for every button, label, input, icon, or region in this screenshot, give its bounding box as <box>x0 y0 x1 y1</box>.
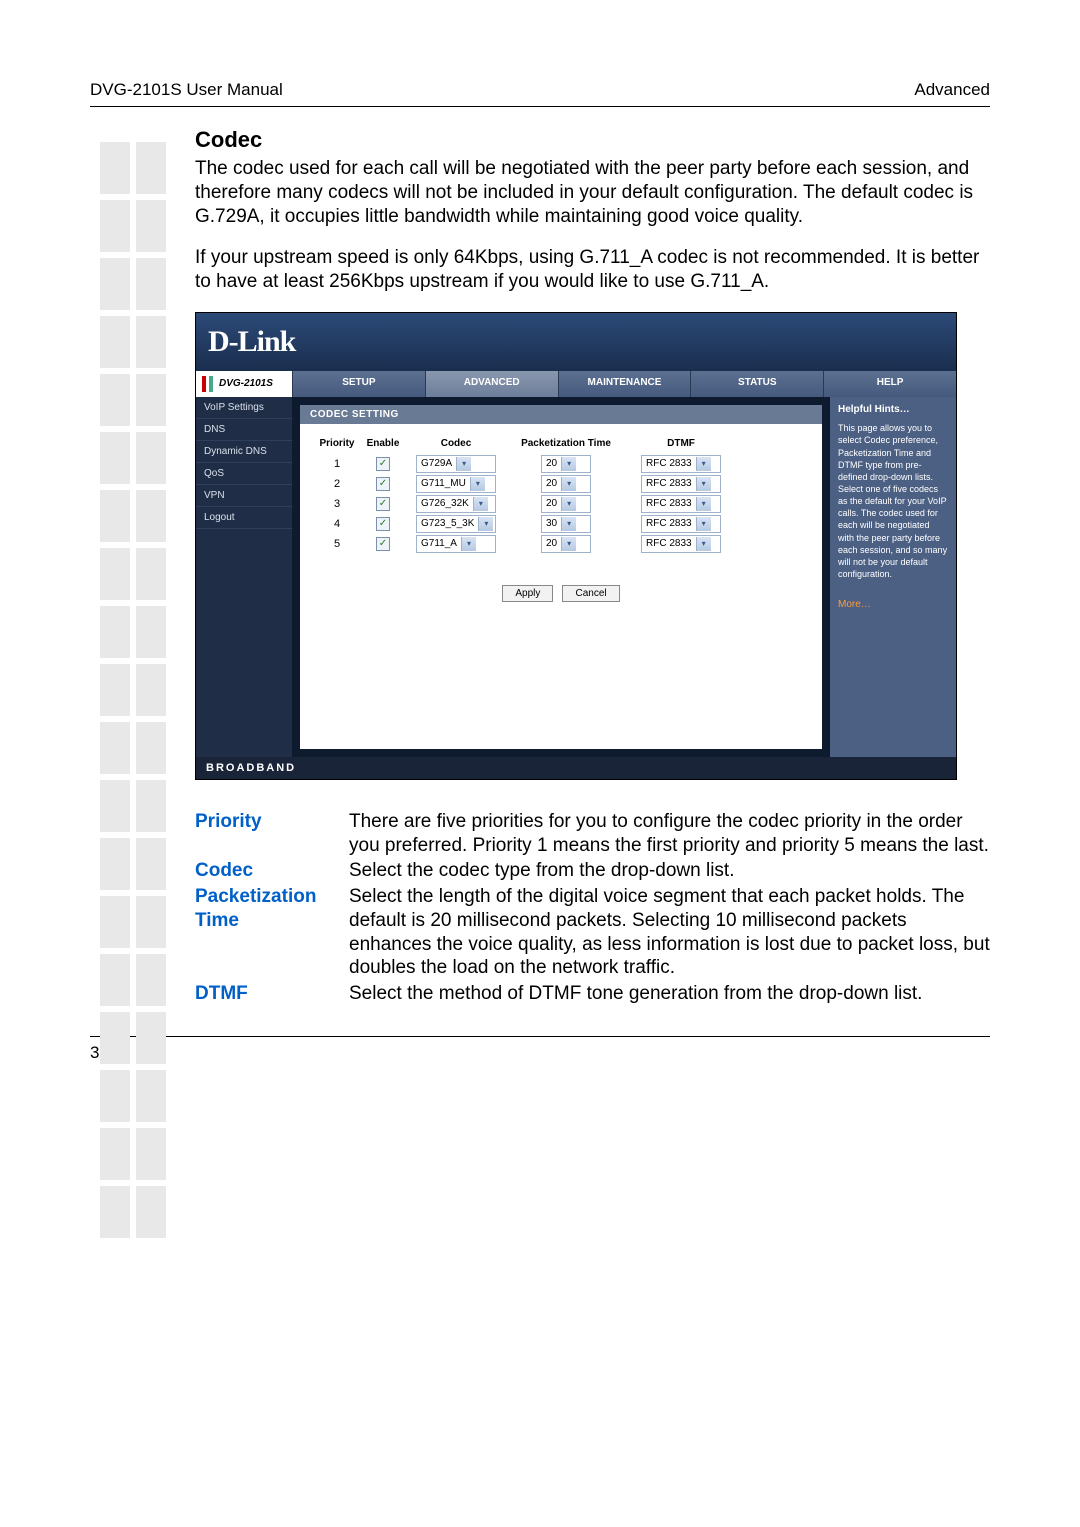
chevron-down-icon: ▾ <box>696 537 711 551</box>
codec-row: 1 ✓ G729A▾ 20▾ RFC 2833▾ <box>314 455 808 473</box>
chevron-down-icon: ▾ <box>478 517 493 531</box>
dtmf-select[interactable]: RFC 2833▾ <box>641 495 721 513</box>
header-left: DVG-2101S User Manual <box>90 80 283 100</box>
nav-maintenance[interactable]: MAINTENANCE <box>558 371 691 397</box>
paragraph-2: If your upstream speed is only 64Kbps, u… <box>195 246 990 294</box>
pkt-select[interactable]: 20▾ <box>541 475 591 493</box>
chevron-down-icon: ▾ <box>473 497 488 511</box>
left-dns[interactable]: DNS <box>196 419 292 441</box>
row-priority: 5 <box>314 538 360 550</box>
left-ddns[interactable]: Dynamic DNS <box>196 441 292 463</box>
col-priority: Priority <box>314 434 360 453</box>
left-logout[interactable]: Logout <box>196 507 292 529</box>
codec-row: 3 ✓ G726_32K▾ 20▾ RFC 2833▾ <box>314 495 808 513</box>
sidebar-decoration <box>100 142 170 1244</box>
product-tab: DVG-2101S <box>196 371 292 397</box>
def-label-dtmf: DTMF <box>195 982 349 1006</box>
divider <box>90 106 990 107</box>
row-priority: 1 <box>314 458 360 470</box>
chevron-down-icon: ▾ <box>696 497 711 511</box>
definitions: Priority There are five priorities for y… <box>195 810 990 1006</box>
chevron-down-icon: ▾ <box>561 517 576 531</box>
codec-select[interactable]: G729A▾ <box>416 455 496 473</box>
codec-select[interactable]: G726_32K▾ <box>416 495 496 513</box>
pkt-select[interactable]: 20▾ <box>541 535 591 553</box>
left-menu: VoIP Settings DNS Dynamic DNS QoS VPN Lo… <box>196 397 292 757</box>
left-voip[interactable]: VoIP Settings <box>196 397 292 419</box>
nav-status[interactable]: STATUS <box>690 371 823 397</box>
codec-select[interactable]: G723_5_3K▾ <box>416 515 496 533</box>
apply-button[interactable]: Apply <box>502 585 553 602</box>
nav-advanced[interactable]: ADVANCED <box>425 371 558 397</box>
header-right: Advanced <box>914 80 990 100</box>
panel-title: CODEC SETTING <box>300 405 822 424</box>
section-title: Codec <box>195 127 990 153</box>
enable-checkbox[interactable]: ✓ <box>376 517 390 531</box>
divider-bottom <box>90 1036 990 1037</box>
pkt-select[interactable]: 20▾ <box>541 455 591 473</box>
chevron-down-icon: ▾ <box>561 497 576 511</box>
chevron-down-icon: ▾ <box>470 477 485 491</box>
hints-panel: Helpful Hints… This page allows you to s… <box>830 397 956 757</box>
def-text-codec: Select the codec type from the drop-down… <box>349 859 990 883</box>
enable-checkbox[interactable]: ✓ <box>376 477 390 491</box>
pkt-select[interactable]: 30▾ <box>541 515 591 533</box>
codec-select[interactable]: G711_A▾ <box>416 535 496 553</box>
dtmf-select[interactable]: RFC 2833▾ <box>641 515 721 533</box>
chevron-down-icon: ▾ <box>696 517 711 531</box>
chevron-down-icon: ▾ <box>461 537 476 551</box>
enable-checkbox[interactable]: ✓ <box>376 457 390 471</box>
row-priority: 3 <box>314 498 360 510</box>
chevron-down-icon: ▾ <box>561 457 576 471</box>
codec-row: 5 ✓ G711_A▾ 20▾ RFC 2833▾ <box>314 535 808 553</box>
dtmf-select[interactable]: RFC 2833▾ <box>641 535 721 553</box>
row-priority: 4 <box>314 518 360 530</box>
admin-screenshot: D-Link DVG-2101S SETUP ADVANCED MAINTENA… <box>195 312 957 780</box>
enable-checkbox[interactable]: ✓ <box>376 537 390 551</box>
chevron-down-icon: ▾ <box>696 457 711 471</box>
def-text-priority: There are five priorities for you to con… <box>349 810 990 858</box>
col-enable: Enable <box>360 434 406 453</box>
chevron-down-icon: ▾ <box>561 477 576 491</box>
hints-title: Helpful Hints… <box>838 403 948 417</box>
brand-logo: D-Link <box>208 325 295 359</box>
def-text-dtmf: Select the method of DTMF tone generatio… <box>349 982 990 1006</box>
screenshot-footer: BROADBAND <box>196 757 956 779</box>
nav-help[interactable]: HELP <box>823 371 956 397</box>
def-label-pkt: Packetization Time <box>195 885 349 980</box>
nav-setup[interactable]: SETUP <box>292 371 425 397</box>
chevron-down-icon: ▾ <box>456 457 471 471</box>
paragraph-1: The codec used for each call will be neg… <box>195 157 990 228</box>
left-qos[interactable]: QoS <box>196 463 292 485</box>
def-text-pkt: Select the length of the digital voice s… <box>349 885 990 980</box>
col-pkt: Packetization Time <box>506 434 626 453</box>
hints-body: This page allows you to select Codec pre… <box>838 422 948 580</box>
def-label-codec: Codec <box>195 859 349 883</box>
cancel-button[interactable]: Cancel <box>562 585 619 602</box>
col-codec: Codec <box>406 434 506 453</box>
codec-row: 4 ✓ G723_5_3K▾ 30▾ RFC 2833▾ <box>314 515 808 533</box>
enable-checkbox[interactable]: ✓ <box>376 497 390 511</box>
chevron-down-icon: ▾ <box>696 477 711 491</box>
codec-select[interactable]: G711_MU▾ <box>416 475 496 493</box>
col-dtmf: DTMF <box>626 434 736 453</box>
def-label-priority: Priority <box>195 810 349 858</box>
left-vpn[interactable]: VPN <box>196 485 292 507</box>
dtmf-select[interactable]: RFC 2833▾ <box>641 475 721 493</box>
page-number: 30 <box>90 1043 990 1063</box>
codec-row: 2 ✓ G711_MU▾ 20▾ RFC 2833▾ <box>314 475 808 493</box>
pkt-select[interactable]: 20▾ <box>541 495 591 513</box>
chevron-down-icon: ▾ <box>561 537 576 551</box>
hints-more-link[interactable]: More… <box>838 598 871 612</box>
row-priority: 2 <box>314 478 360 490</box>
dtmf-select[interactable]: RFC 2833▾ <box>641 455 721 473</box>
